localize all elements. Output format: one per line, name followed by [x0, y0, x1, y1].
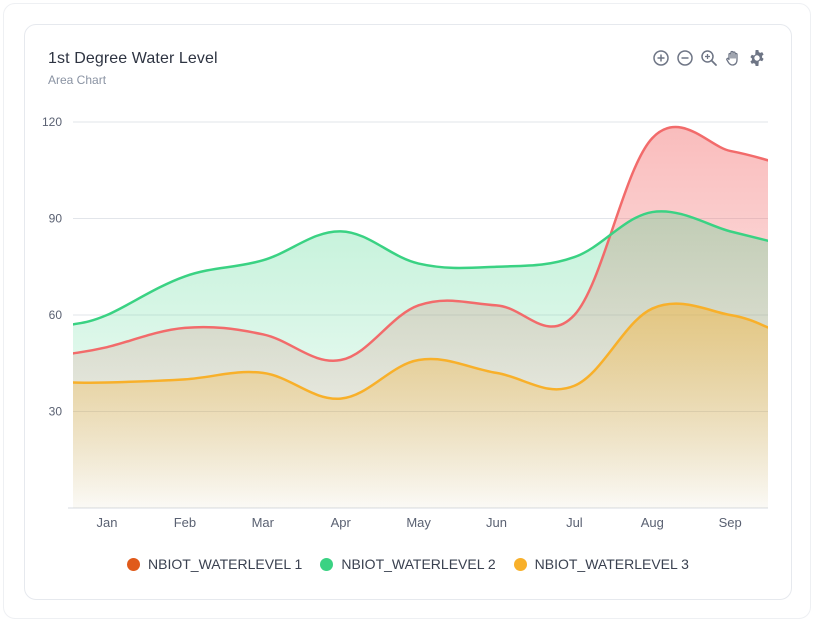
legend-marker-series-1	[127, 557, 141, 571]
x-tick-label: Apr	[331, 515, 352, 530]
legend-item-series-1[interactable]: NBIOT_WATERLEVEL 1	[127, 556, 302, 572]
chart-legend: NBIOT_WATERLEVEL 1 NBIOT_WATERLEVEL 2 NB…	[0, 556, 816, 572]
area-chart: 30 60 90 120 Jan Feb Mar Apr May Jun Jul Aug Sep	[42, 115, 768, 530]
y-tick-label: 60	[49, 308, 63, 322]
legend-label-series-3: NBIOT_WATERLEVEL 3	[534, 556, 689, 572]
legend-marker-series-3	[513, 557, 527, 571]
series-group	[73, 125, 768, 508]
legend-label-series-1: NBIOT_WATERLEVEL 1	[148, 556, 303, 572]
x-tick-label: Jun	[486, 515, 507, 530]
legend-item-series-3[interactable]: NBIOT_WATERLEVEL 3	[513, 556, 689, 572]
y-tick-label: 90	[49, 212, 63, 226]
x-tick-label: Mar	[252, 515, 275, 530]
x-tick-label: Feb	[174, 515, 196, 530]
x-tick-label: Jul	[566, 515, 583, 530]
x-tick-label: May	[406, 515, 431, 530]
y-tick-label: 30	[49, 405, 63, 419]
legend-item-series-2[interactable]: NBIOT_WATERLEVEL 2	[320, 556, 496, 572]
y-tick-label: 120	[42, 115, 62, 129]
x-tick-label: Aug	[641, 515, 664, 530]
x-tick-label: Jan	[97, 515, 118, 530]
x-tick-label: Sep	[719, 515, 742, 530]
legend-label-series-2: NBIOT_WATERLEVEL 2	[341, 556, 496, 572]
legend-marker-series-2	[320, 557, 334, 571]
